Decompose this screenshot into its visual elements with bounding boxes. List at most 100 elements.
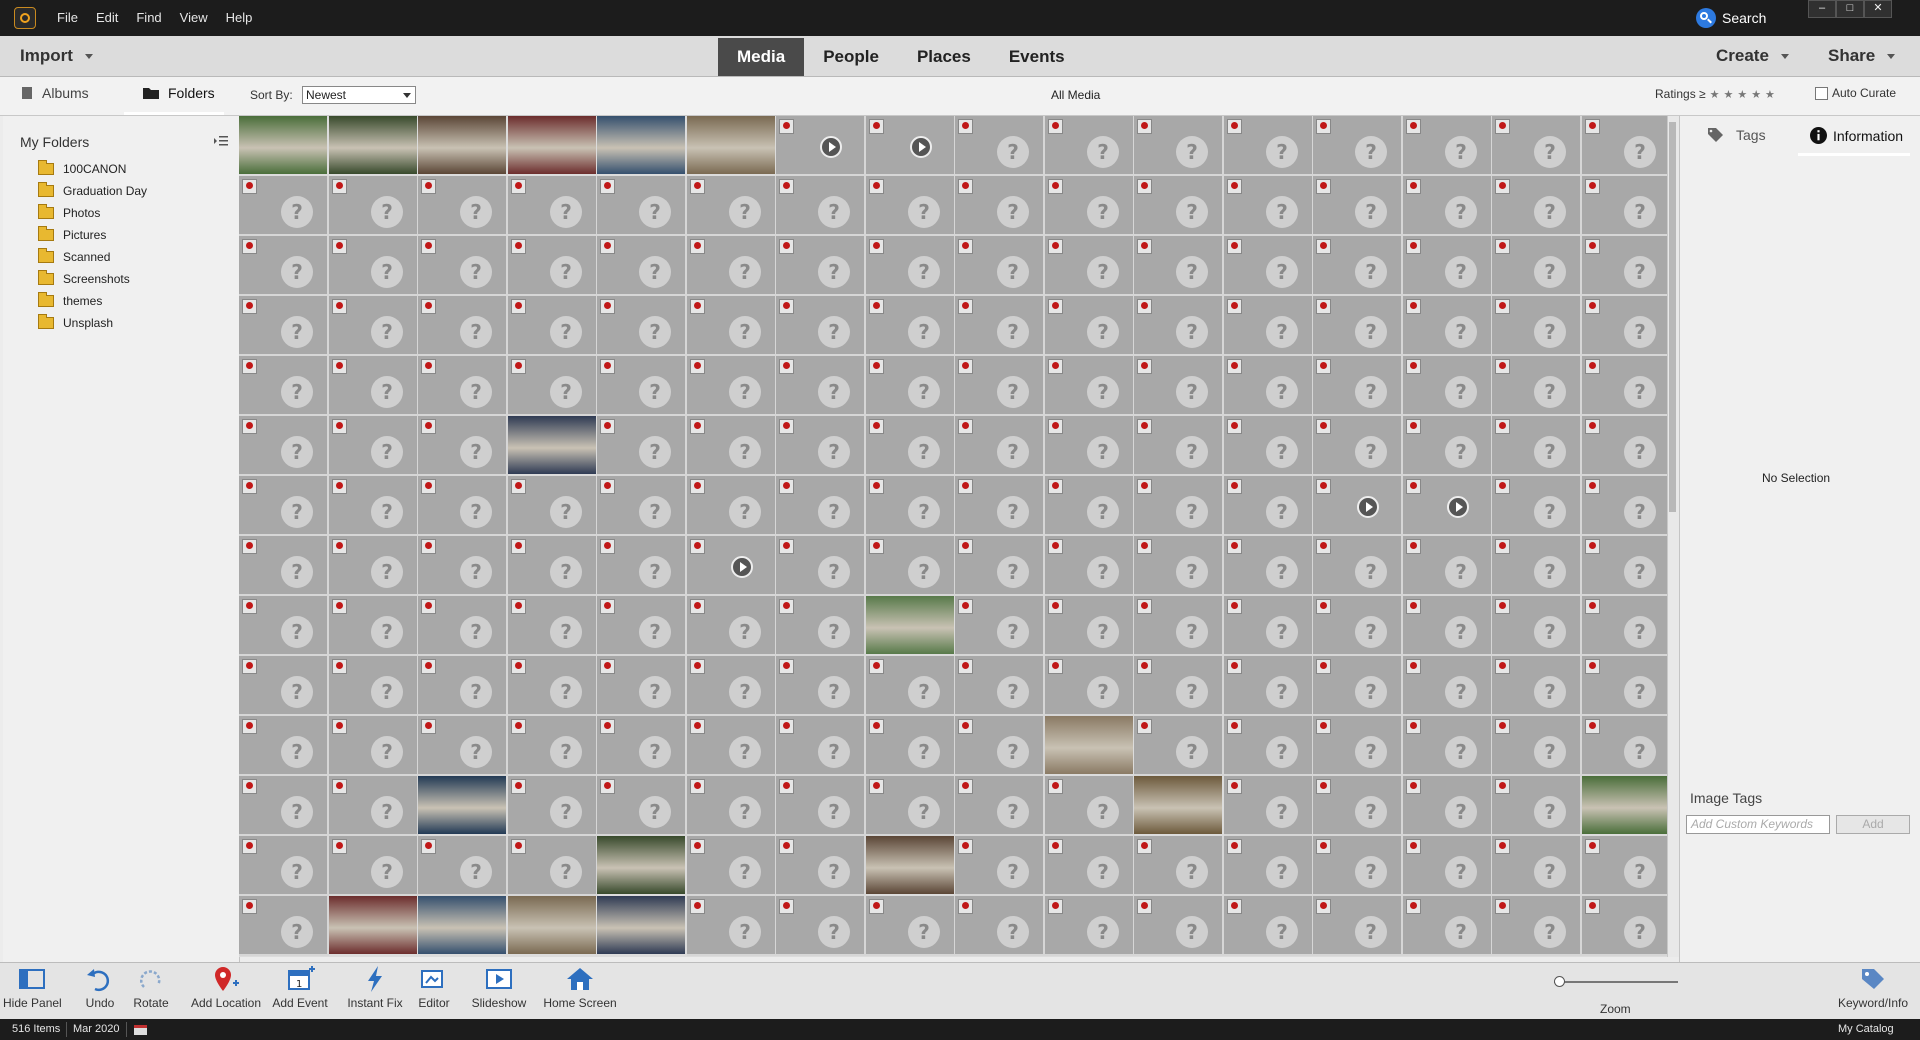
media-thumbnail[interactable]: ? [1045,176,1135,236]
media-thumbnail[interactable]: ? [1224,356,1314,416]
import-button[interactable]: Import [20,46,93,66]
media-thumbnail[interactable]: ? [1582,656,1667,716]
media-thumbnail[interactable]: ? [1045,476,1135,536]
media-thumbnail[interactable]: ? [1582,896,1667,956]
media-thumbnail[interactable]: ? [687,296,777,356]
media-thumbnail[interactable]: ? [597,356,687,416]
media-thumbnail[interactable]: ? [418,236,508,296]
folder-item[interactable]: Photos [38,203,100,223]
media-thumbnail[interactable]: ? [1403,836,1493,896]
media-thumbnail[interactable]: ? [687,656,777,716]
media-thumbnail[interactable]: ? [955,656,1045,716]
photo-thumbnail[interactable] [418,896,506,954]
media-thumbnail[interactable]: ? [955,896,1045,956]
menu-edit[interactable]: Edit [87,0,127,36]
media-thumbnail[interactable]: ? [776,476,866,536]
media-thumbnail[interactable]: ? [1224,596,1314,656]
media-thumbnail[interactable]: ? [239,656,329,716]
media-thumbnail[interactable]: ? [955,476,1045,536]
tab-information[interactable]: Information [1810,127,1903,144]
media-thumbnail[interactable]: ? [1403,896,1493,956]
media-thumbnail[interactable]: ? [418,716,508,776]
rotate-button[interactable]: Rotate [128,965,174,1010]
media-thumbnail[interactable]: ? [1492,356,1582,416]
media-thumbnail[interactable]: ? [1313,596,1403,656]
media-thumbnail[interactable]: ? [1313,836,1403,896]
home-screen-button[interactable]: Home Screen [540,965,620,1010]
media-thumbnail[interactable]: ? [1403,716,1493,776]
media-thumbnail[interactable]: ? [1582,596,1667,656]
media-thumbnail[interactable]: ? [776,356,866,416]
menu-find[interactable]: Find [127,0,170,36]
media-thumbnail[interactable]: ? [239,836,329,896]
hide-panel-button[interactable]: Hide Panel [3,965,62,1010]
media-thumbnail[interactable]: ? [955,176,1045,236]
media-thumbnail[interactable]: ? [1492,776,1582,836]
media-thumbnail[interactable]: ? [1582,116,1667,176]
media-thumbnail[interactable]: ? [866,716,956,776]
media-thumbnail[interactable]: ? [1045,596,1135,656]
photo-thumbnail[interactable] [508,896,596,954]
photo-thumbnail[interactable] [508,116,596,174]
media-thumbnail[interactable]: ? [239,476,329,536]
folder-item[interactable]: 100CANON [38,159,126,179]
media-thumbnail[interactable] [687,536,777,596]
folder-item[interactable]: Unsplash [38,313,113,333]
media-thumbnail[interactable]: ? [239,776,329,836]
media-thumbnail[interactable]: ? [1224,776,1314,836]
media-thumbnail[interactable]: ? [1224,116,1314,176]
media-thumbnail[interactable]: ? [329,596,419,656]
media-thumbnail[interactable]: ? [597,776,687,836]
media-thumbnail[interactable]: ? [866,776,956,836]
photo-thumbnail[interactable] [1045,716,1133,774]
media-thumbnail[interactable]: ? [1045,116,1135,176]
media-thumbnail[interactable]: ? [955,416,1045,476]
media-thumbnail[interactable]: ? [1224,716,1314,776]
media-thumbnail[interactable]: ? [418,836,508,896]
media-thumbnail[interactable]: ? [1224,656,1314,716]
minimize-button[interactable]: – [1808,0,1836,18]
media-thumbnail[interactable]: ? [329,236,419,296]
media-thumbnail[interactable]: ? [776,896,866,956]
tab-places[interactable]: Places [898,38,990,76]
media-thumbnail[interactable]: ? [1403,536,1493,596]
media-thumbnail[interactable]: ? [1492,416,1582,476]
media-thumbnail[interactable]: ? [597,536,687,596]
photo-thumbnail[interactable] [329,896,417,954]
media-thumbnail[interactable]: ? [776,716,866,776]
media-thumbnail[interactable]: ? [597,296,687,356]
media-thumbnail[interactable]: ? [418,356,508,416]
media-thumbnail[interactable]: ? [1582,536,1667,596]
keyword-info-button[interactable]: Keyword/Info [1832,965,1914,1010]
media-thumbnail[interactable]: ? [866,476,956,536]
photo-thumbnail[interactable] [508,416,596,474]
photo-thumbnail[interactable] [418,116,506,174]
media-thumbnail[interactable]: ? [239,716,329,776]
media-thumbnail[interactable]: ? [329,296,419,356]
media-thumbnail[interactable]: ? [687,596,777,656]
media-thumbnail[interactable]: ? [776,416,866,476]
media-thumbnail[interactable]: ? [1045,536,1135,596]
media-thumbnail[interactable]: ? [239,176,329,236]
media-thumbnail[interactable]: ? [418,296,508,356]
media-thumbnail[interactable]: ? [1313,236,1403,296]
media-thumbnail[interactable]: ? [955,836,1045,896]
editor-button[interactable]: Editor [414,965,454,1010]
media-thumbnail[interactable]: ? [1313,716,1403,776]
media-thumbnail[interactable]: ? [1403,296,1493,356]
media-thumbnail[interactable]: ? [597,416,687,476]
menu-help[interactable]: Help [217,0,262,36]
media-thumbnail[interactable]: ? [329,836,419,896]
media-thumbnail[interactable]: ? [1313,356,1403,416]
media-thumbnail[interactable]: ? [866,296,956,356]
media-thumbnail[interactable]: ? [239,236,329,296]
media-thumbnail[interactable]: ? [329,176,419,236]
media-thumbnail[interactable]: ? [1134,236,1224,296]
media-thumbnail[interactable]: ? [1403,416,1493,476]
photo-thumbnail[interactable] [239,116,327,174]
media-thumbnail[interactable]: ? [776,536,866,596]
media-thumbnail[interactable]: ? [508,776,598,836]
media-thumbnail[interactable]: ? [1403,596,1493,656]
media-thumbnail[interactable]: ? [1045,836,1135,896]
media-thumbnail[interactable]: ? [866,896,956,956]
